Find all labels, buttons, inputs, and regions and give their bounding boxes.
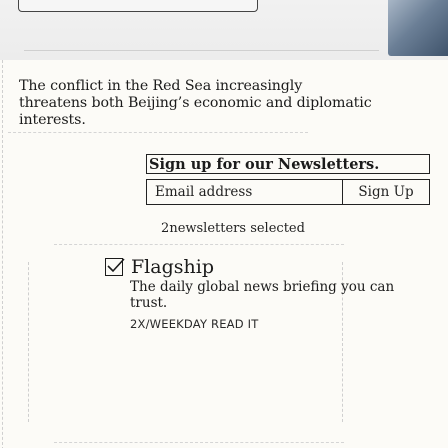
guide-line [54,442,344,443]
newsletter-heading: Sign up for our Newsletters. [146,154,430,174]
article-thumbnail[interactable] [388,0,448,56]
email-field[interactable] [147,180,343,204]
flagship-checkbox[interactable] [105,258,125,276]
guide-line [2,160,3,448]
header-divider [24,36,379,51]
check-icon [107,258,125,273]
newsletter-title: Flagship [131,256,214,278]
newsletter-description: The daily global news briefing you can t… [130,279,395,311]
newsletter-option-flagship[interactable]: Flagship [105,256,214,278]
guide-line [2,60,3,158]
guide-line [54,244,344,245]
newsletter-signup-form: Sign Up [146,179,430,205]
guide-line [8,132,308,133]
article-summary: The conflict in the Red Sea increasingly… [19,78,372,129]
header-box [18,0,258,12]
newsletter-meta: 2X/WEEKDAY READ IT [130,317,259,331]
signup-button[interactable]: Sign Up [343,180,429,204]
guide-line [28,262,29,422]
article-header-strip [0,0,448,60]
selected-count: 2newsletters selected [161,221,305,236]
